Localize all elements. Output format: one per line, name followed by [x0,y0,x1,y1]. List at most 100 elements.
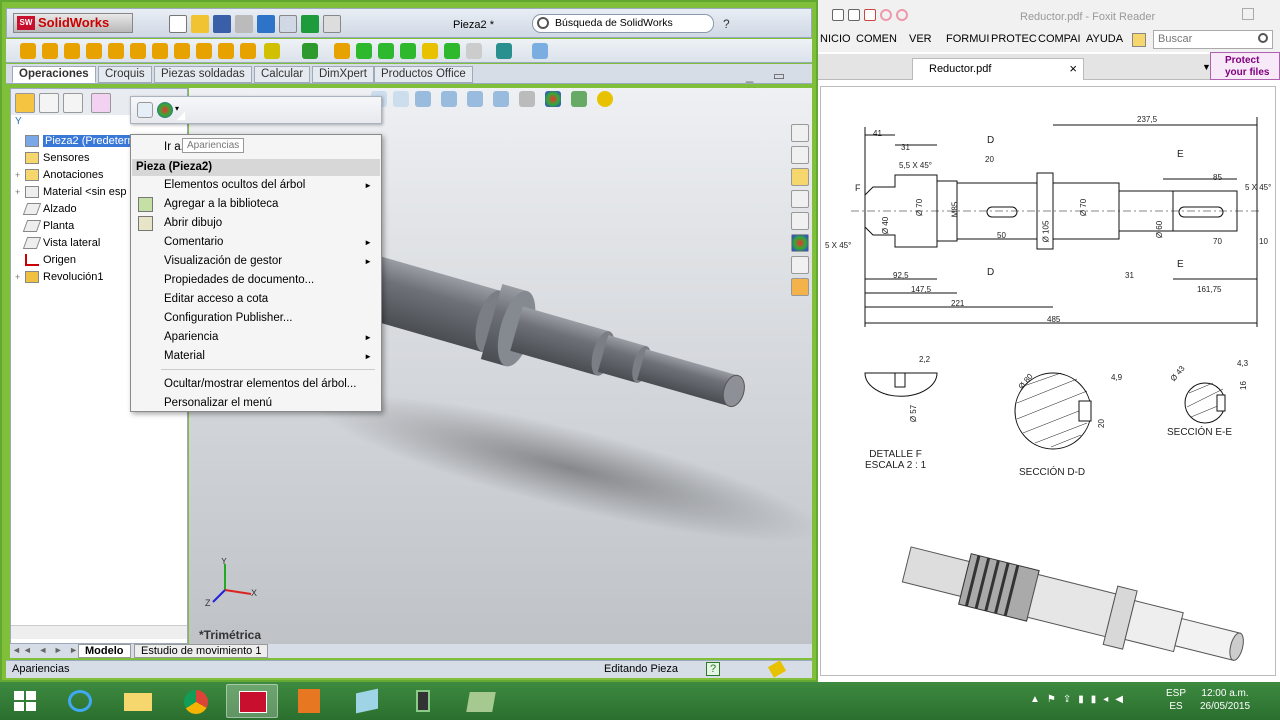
foxit-restore-icon[interactable] [1242,8,1254,20]
dimxpert-manager-tab-icon[interactable] [91,93,111,113]
intersect-icon[interactable] [422,43,438,59]
menu-compartir[interactable]: COMPAI [1038,33,1081,45]
view-palette-icon[interactable] [791,190,809,208]
forum-icon[interactable] [791,278,809,296]
clock[interactable]: 12:00 a.m. 26/05/2015 [1200,687,1250,713]
tab-croquis[interactable]: Croquis [98,66,152,83]
menu-inicio[interactable]: NICIO [820,33,851,45]
menu-item-edit-dimension-access[interactable]: Editar acceso a cota [132,290,380,309]
status-help-icon[interactable]: ? [706,662,720,676]
rebuild-icon[interactable] [301,15,319,33]
menu-item-customize-menu[interactable]: Personalizar el menú [132,394,380,413]
zoom-to-selection-icon[interactable] [137,102,153,118]
options-icon[interactable] [323,15,341,33]
solidworks-taskbar-icon[interactable] [226,684,278,718]
foxit-search-input[interactable]: Buscar [1153,30,1273,49]
foxit-undo-icon[interactable] [880,9,892,21]
tree-expander[interactable]: + [15,269,25,286]
curves-icon[interactable] [496,43,512,59]
menu-item-hide-show-tree-items[interactable]: Ocultar/mostrar elementos del árbol... [132,375,380,394]
menu-item-material[interactable]: Material ► [132,347,380,366]
dome-icon[interactable] [400,43,416,59]
sw-search-input[interactable]: Búsqueda de SolidWorks [532,14,714,33]
tab-calcular[interactable]: Calcular [254,66,311,83]
status-tag-icon[interactable] [767,660,787,678]
foxit-save-icon[interactable] [864,9,876,21]
menu-formulario[interactable]: FORMUI [946,33,989,45]
solidworks-menu-button[interactable]: SW SolidWorks [13,13,133,33]
draft-icon[interactable] [334,43,350,59]
print-icon[interactable] [235,15,253,33]
menu-item-manager-display[interactable]: Visualización de gestor ► [132,252,380,271]
appearances-icon[interactable] [157,102,173,118]
undo-icon[interactable] [257,15,275,33]
find-icon[interactable] [1132,33,1146,47]
custom-properties-icon[interactable] [791,256,809,274]
mirror-icon[interactable] [444,43,460,59]
protect-files-banner[interactable]: Protect your files [1210,52,1280,80]
menu-item-add-to-library[interactable]: Agregar a la biblioteca [132,195,380,214]
property-manager-tab-icon[interactable] [39,93,59,113]
tab-operaciones[interactable]: Operaciones [12,66,96,83]
menu-item-goto[interactable]: Ir a... [132,138,380,157]
tab-piezas-soldadas[interactable]: Piezas soldadas [154,66,252,83]
tree-item-planta[interactable]: Planta [15,218,74,235]
select-cursor-icon[interactable] [279,15,297,33]
tree-item-vista-lateral[interactable]: Vista lateral [15,235,100,252]
feature-tree-scrollbar[interactable] [11,625,187,639]
cut-extrude-icon[interactable] [130,43,146,59]
wrap-icon[interactable] [378,43,394,59]
extrude-icon[interactable] [20,43,36,59]
menu-item-hidden-tree-items[interactable]: Elementos ocultos del árbol ► [132,176,380,195]
fillet-icon[interactable] [218,43,234,59]
tree-item-origen[interactable]: Origen [15,252,76,269]
tree-item-part[interactable]: Pieza2 (Predetermin [15,133,148,150]
menu-ver[interactable]: VER [909,33,932,45]
solidworks-resources-icon[interactable] [791,124,809,142]
tree-expander[interactable]: + [15,184,25,201]
search-results-icon[interactable] [791,212,809,230]
menu-item-document-properties[interactable]: Propiedades de documento... [132,271,380,290]
internet-explorer-icon[interactable] [54,684,106,718]
tab-reductor-pdf[interactable]: Reductor.pdf × [912,58,1084,80]
chamfer-icon[interactable] [240,43,256,59]
foxit-open-icon[interactable] [832,9,844,21]
shell-icon[interactable] [356,43,372,59]
cut-sweep-icon[interactable] [174,43,190,59]
rib-icon[interactable] [264,43,280,59]
open-folder-icon[interactable] [191,15,209,33]
tree-item-revolucion1[interactable]: + Revolución1 [15,269,104,286]
system-tray-icons[interactable]: ▲⚑⇪▮▮◂◀ [1030,694,1130,705]
design-library-icon[interactable] [791,146,809,164]
instant3d-icon[interactable] [532,43,548,59]
tab-dimxpert[interactable]: DimXpert [312,66,374,83]
tab-modelo[interactable]: Modelo [78,644,131,658]
menu-proteger[interactable]: PROTEC [991,33,1037,45]
revolve-icon[interactable] [42,43,58,59]
menu-comentario[interactable]: COMEN [856,33,897,45]
cut-loft-icon[interactable] [196,43,212,59]
windows-start-icon[interactable] [14,691,36,711]
loft-icon[interactable] [86,43,102,59]
save-icon[interactable] [213,15,231,33]
help-button[interactable]: ? [723,17,730,31]
notes-app-icon[interactable] [456,684,508,718]
cut-revolve-icon[interactable] [152,43,168,59]
linear-pattern-icon[interactable] [302,43,318,59]
pdf-page[interactable]: 41 31 5,5 X 45° 20 D 237,5 E 85 5 X 45° … [820,86,1276,676]
tree-expander[interactable]: + [15,167,25,184]
tree-item-anotaciones[interactable]: + Anotaciones [15,167,104,184]
menu-item-appearance[interactable]: Apariencia ► [132,328,380,347]
foxit-redo-icon[interactable] [896,9,908,21]
appearances-scenes-icon[interactable] [791,234,809,252]
menu-item-configuration-publisher[interactable]: Configuration Publisher... [132,309,380,328]
configuration-manager-tab-icon[interactable] [63,93,83,113]
recorder-app-icon[interactable] [398,684,450,718]
sweep-icon[interactable] [64,43,80,59]
tree-item-alzado[interactable]: Alzado [15,201,77,218]
tab-estudio-movimiento[interactable]: Estudio de movimiento 1 [134,644,269,658]
foxit-pdf-taskbar-icon[interactable] [284,684,336,718]
boundary-icon[interactable] [108,43,124,59]
app-cube-icon[interactable] [342,684,394,718]
reference-geometry-icon[interactable] [466,43,482,59]
